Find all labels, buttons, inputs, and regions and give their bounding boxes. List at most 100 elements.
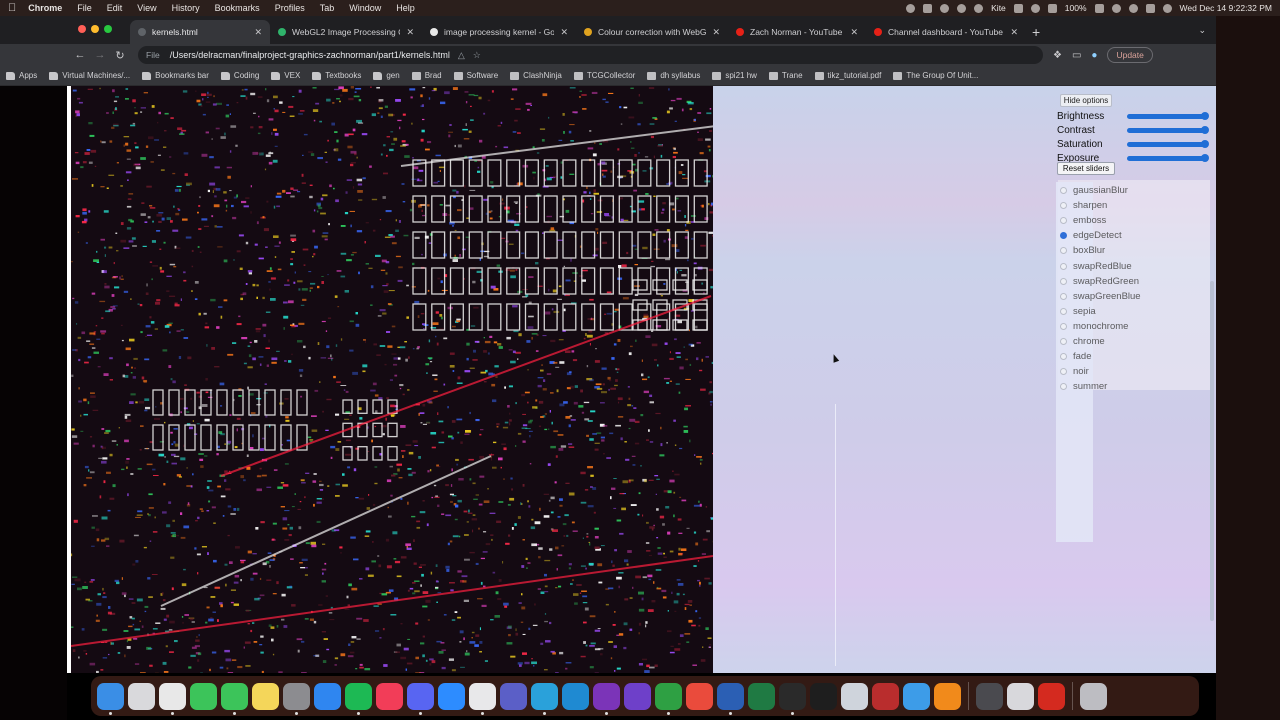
menu-help[interactable]: Help — [396, 3, 415, 13]
tray-status-icon[interactable] — [906, 3, 916, 13]
reset-sliders-button[interactable]: Reset sliders — [1057, 162, 1115, 175]
radio-button[interactable] — [1060, 187, 1067, 194]
back-icon[interactable]: ← — [70, 49, 90, 61]
tab-channel-dashboard-youtube[interactable]: Channel dashboard - YouTube ✕ — [866, 20, 1026, 44]
finder-icon[interactable] — [97, 682, 124, 715]
notes-icon[interactable] — [252, 682, 279, 710]
bookmark-item[interactable]: TCGCollector — [573, 71, 635, 80]
radio-button[interactable] — [1060, 338, 1067, 345]
kernel-option-swapredblue[interactable]: swapRedBlue — [1060, 260, 1132, 273]
teams-icon[interactable] — [500, 682, 527, 710]
creative-cloud-icon[interactable] — [686, 682, 713, 710]
tab-close-icon[interactable]: ✕ — [254, 27, 262, 38]
trash-icon[interactable] — [1080, 682, 1107, 710]
radio-button[interactable] — [1060, 202, 1067, 210]
siri-icon[interactable] — [1162, 3, 1172, 13]
github-icon[interactable] — [624, 682, 651, 710]
menu-bookmarks[interactable]: Bookmarks — [215, 3, 260, 13]
share-icon[interactable]: △ — [458, 50, 465, 61]
bookmark-item[interactable]: Textbooks — [312, 71, 361, 80]
menu-view[interactable]: View — [137, 3, 156, 13]
update-button[interactable]: Update — [1107, 47, 1153, 63]
kernel-option-swapgreenblue[interactable]: swapGreenBlue — [1060, 290, 1141, 303]
terminal-icon[interactable] — [810, 682, 837, 710]
kernel-option-swapredgreen[interactable]: swapRedGreen — [1060, 275, 1139, 288]
radio-button[interactable] — [1060, 322, 1067, 330]
radio-button[interactable] — [1060, 262, 1067, 270]
kernel-option-fade[interactable]: fade — [1060, 350, 1092, 363]
radio-button[interactable] — [1060, 217, 1067, 225]
kernel-option-emboss[interactable]: emboss — [1060, 214, 1106, 227]
new-tab-icon[interactable]: + — [1032, 20, 1040, 44]
screen-recorder-icon[interactable] — [976, 682, 1003, 710]
tray-record-icon[interactable] — [957, 3, 967, 13]
brightness-slider-handle[interactable] — [1201, 112, 1209, 120]
tray-grid-icon[interactable] — [1013, 3, 1023, 13]
acrobat-icon[interactable] — [1038, 682, 1065, 710]
radio-button[interactable] — [1060, 292, 1067, 300]
launchpad-icon[interactable] — [128, 682, 155, 710]
menu-history[interactable]: History — [172, 3, 200, 13]
extensions-puzzle-icon[interactable]: ❖ — [1053, 50, 1062, 61]
image-canvas[interactable] — [71, 86, 713, 673]
excel-icon[interactable] — [748, 682, 775, 710]
control-center-icon[interactable] — [1145, 3, 1155, 13]
menubar-clock[interactable]: Wed Dec 14 9:22:32 PM — [1180, 3, 1272, 13]
tray-clock-icon[interactable] — [1030, 3, 1040, 13]
battery-icon[interactable] — [1094, 3, 1104, 13]
radio-button[interactable] — [1060, 277, 1067, 285]
vlc-icon[interactable] — [934, 682, 961, 710]
bookmark-item[interactable]: dh syllabus — [647, 71, 700, 80]
tab-image-processing-kernel-go[interactable]: image processing kernel - Go ✕ — [422, 20, 576, 44]
tab-close-icon[interactable]: ✕ — [850, 27, 858, 38]
address-bar[interactable]: File /Users/delracman/finalproject-graph… — [138, 46, 1043, 64]
radio-button[interactable] — [1060, 307, 1067, 315]
tray-vlc-icon[interactable] — [923, 3, 933, 13]
radio-button[interactable] — [1060, 247, 1067, 255]
hide-options-button[interactable]: Hide options — [1060, 94, 1112, 107]
word-icon[interactable] — [717, 682, 744, 715]
preview-icon[interactable] — [841, 682, 868, 710]
menu-chrome[interactable]: Chrome — [28, 3, 62, 13]
tab-kernels-html[interactable]: kernels.html ✕ — [130, 20, 270, 44]
saturation-slider[interactable] — [1127, 142, 1205, 147]
menu-profiles[interactable]: Profiles — [275, 3, 305, 13]
app-store-icon[interactable] — [314, 682, 341, 710]
tab-close-icon[interactable]: ✕ — [406, 27, 414, 38]
menu-file[interactable]: File — [77, 3, 92, 13]
kernel-option-gaussianblur[interactable]: gaussianBlur — [1060, 184, 1128, 197]
kernel-option-boxblur[interactable]: boxBlur — [1060, 244, 1105, 257]
kernel-option-monochrome[interactable]: monochrome — [1060, 320, 1128, 333]
tab-colour-correction-with-webg[interactable]: Colour correction with WebG ✕ — [576, 20, 728, 44]
bookmark-item[interactable]: Apps — [6, 71, 37, 80]
tray-creative-cloud-icon[interactable] — [940, 3, 950, 13]
spotlight-icon[interactable] — [1128, 3, 1138, 13]
bookmark-item[interactable]: gen — [373, 71, 400, 80]
radio-button[interactable] — [1060, 353, 1067, 361]
discord-icon[interactable] — [407, 682, 434, 715]
saturation-slider-handle[interactable] — [1201, 140, 1209, 148]
facetime-icon[interactable] — [190, 682, 217, 710]
tray-arrow-icon[interactable] — [974, 3, 984, 13]
tab-close-icon[interactable]: ✕ — [560, 27, 568, 38]
address-url[interactable]: /Users/delracman/finalproject-graphics-z… — [170, 50, 450, 60]
reload-icon[interactable]: ↻ — [110, 49, 130, 62]
menu-edit[interactable]: Edit — [107, 3, 123, 13]
kernel-option-edgedetect[interactable]: edgeDetect — [1060, 229, 1122, 242]
spotify-icon[interactable] — [345, 682, 372, 715]
wifi-icon[interactable] — [1111, 3, 1121, 13]
bookmark-item[interactable]: VEX — [271, 71, 300, 80]
brightness-slider[interactable] — [1127, 114, 1205, 119]
kernel-option-summer[interactable]: summer — [1060, 380, 1107, 393]
messages-icon[interactable] — [221, 682, 248, 715]
kernel-option-sepia[interactable]: sepia — [1060, 305, 1096, 318]
bookmark-item[interactable]: Brad — [411, 71, 442, 80]
bookmark-item[interactable]: Virtual Machines/... — [49, 71, 130, 80]
kernel-option-noir[interactable]: noir — [1060, 365, 1089, 378]
bluetooth-icon[interactable] — [1047, 3, 1057, 13]
kernel-option-sharpen[interactable]: sharpen — [1060, 199, 1107, 212]
page-scrollbar[interactable] — [1210, 281, 1214, 621]
contrast-slider-handle[interactable] — [1201, 126, 1209, 134]
bookmark-item[interactable]: tikz_tutorial.pdf — [814, 71, 881, 80]
apple-icon[interactable]:  — [8, 2, 16, 14]
